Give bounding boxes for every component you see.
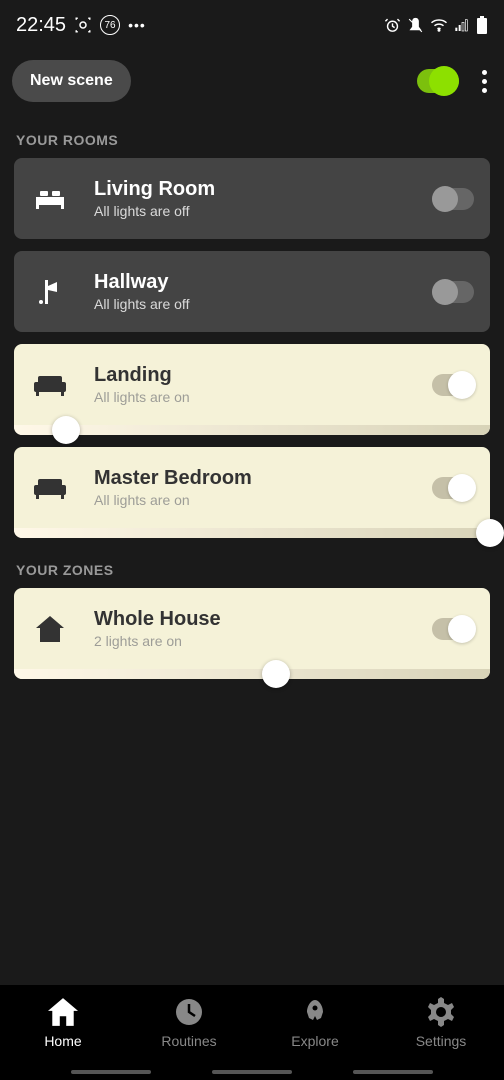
dots-icon: ••• — [128, 17, 146, 33]
gear-icon — [426, 997, 456, 1027]
room-name: Living Room — [94, 178, 432, 201]
alarm-icon — [384, 17, 401, 34]
bed-icon — [30, 187, 70, 211]
gesture-bar — [0, 1070, 504, 1074]
clock-icon — [174, 997, 204, 1027]
vibrate-icon — [407, 17, 424, 34]
nav-routines[interactable]: Routines — [126, 991, 252, 1080]
zone-card-whole-house[interactable]: Whole House 2 lights are on — [14, 588, 490, 679]
bottom-nav: Home Routines Explore Settings — [0, 985, 504, 1080]
slider-thumb[interactable] — [476, 519, 504, 547]
room-status: All lights are on — [94, 389, 432, 405]
zone-status: 2 lights are on — [94, 633, 432, 649]
rocket-icon — [300, 997, 330, 1027]
rooms-section-title: YOUR ROOMS — [0, 120, 504, 158]
signal-icon — [454, 17, 470, 33]
room-name: Master Bedroom — [94, 467, 432, 490]
house-icon — [30, 616, 70, 642]
slider-thumb[interactable] — [52, 416, 80, 444]
nav-label: Home — [44, 1033, 81, 1049]
room-toggle[interactable] — [432, 188, 474, 210]
brightness-slider[interactable] — [14, 528, 490, 538]
room-toggle[interactable] — [432, 374, 474, 396]
zone-name: Whole House — [94, 608, 432, 631]
brightness-slider[interactable] — [14, 425, 490, 435]
status-time: 22:45 — [16, 14, 66, 37]
zone-toggle[interactable] — [432, 618, 474, 640]
room-card-living-room[interactable]: Living Room All lights are off — [14, 158, 490, 239]
zones-section-title: YOUR ZONES — [0, 550, 504, 588]
sofa-icon — [30, 477, 70, 499]
room-card-landing[interactable]: Landing All lights are on — [14, 344, 490, 435]
nav-label: Routines — [161, 1033, 216, 1049]
home-icon — [48, 997, 78, 1027]
hallway-icon — [30, 278, 70, 306]
room-card-master-bedroom[interactable]: Master Bedroom All lights are on — [14, 447, 490, 538]
nav-label: Settings — [416, 1033, 467, 1049]
slider-thumb[interactable] — [262, 660, 290, 688]
room-name: Hallway — [94, 271, 432, 294]
app-header: New scene — [0, 50, 504, 120]
nav-settings[interactable]: Settings — [378, 991, 504, 1080]
room-name: Landing — [94, 364, 432, 387]
room-status: All lights are on — [94, 492, 432, 508]
room-card-hallway[interactable]: Hallway All lights are off — [14, 251, 490, 332]
brightness-slider[interactable] — [14, 669, 490, 679]
nav-home[interactable]: Home — [0, 991, 126, 1080]
room-status: All lights are off — [94, 203, 432, 219]
battery-icon — [476, 16, 488, 34]
camera-icon — [74, 16, 92, 34]
sofa-icon — [30, 374, 70, 396]
nav-label: Explore — [291, 1033, 338, 1049]
status-bar: 22:45 76 ••• — [0, 0, 504, 50]
new-scene-button[interactable]: New scene — [12, 60, 131, 102]
room-toggle[interactable] — [432, 477, 474, 499]
room-toggle[interactable] — [432, 281, 474, 303]
circle-badge-icon: 76 — [100, 15, 120, 35]
wifi-icon — [430, 16, 448, 34]
more-menu-button[interactable] — [477, 65, 492, 98]
master-toggle[interactable] — [417, 69, 459, 93]
nav-explore[interactable]: Explore — [252, 991, 378, 1080]
room-status: All lights are off — [94, 296, 432, 312]
